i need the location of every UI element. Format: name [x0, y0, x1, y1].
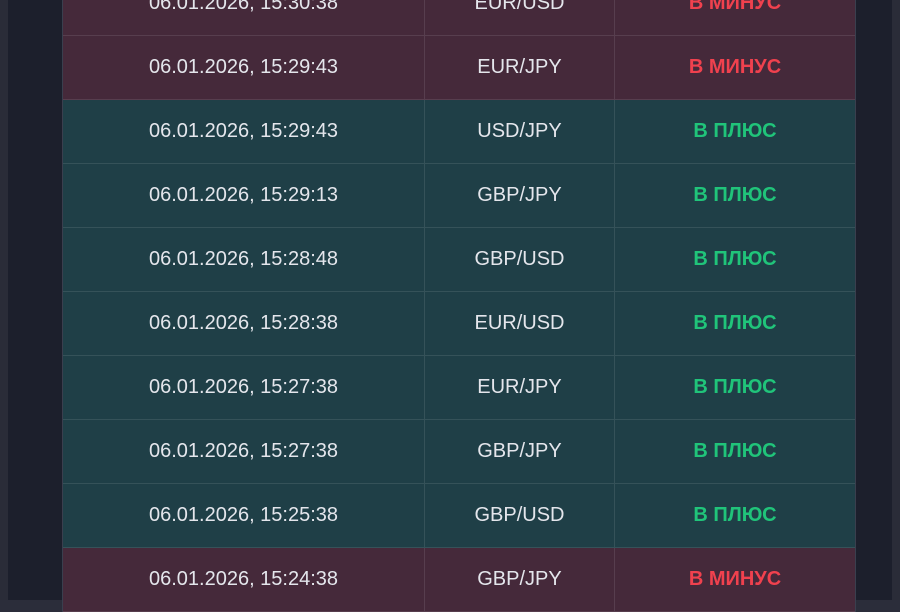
table-row: 06.01.2026, 15:29:43 USD/JPY В ПЛЮС — [63, 100, 855, 164]
trade-result: В ПЛЮС — [693, 504, 777, 526]
trade-time: 06.01.2026, 15:28:38 — [63, 292, 425, 355]
trade-pair: GBP/JPY — [425, 164, 615, 227]
table-row: 06.01.2026, 15:30:38 EUR/USD В МИНУС — [63, 0, 855, 36]
page-background: 06.01.2026, 15:30:38 EUR/USD В МИНУС 06.… — [0, 0, 900, 612]
trade-result: В МИНУС — [688, 56, 782, 78]
trade-pair: EUR/USD — [425, 292, 615, 355]
history-panel: 06.01.2026, 15:30:38 EUR/USD В МИНУС 06.… — [8, 0, 892, 612]
trade-time: 06.01.2026, 15:29:43 — [63, 100, 425, 163]
trade-pair: GBP/JPY — [425, 548, 615, 611]
trade-history-table: 06.01.2026, 15:30:38 EUR/USD В МИНУС 06.… — [62, 0, 856, 612]
table-row: 06.01.2026, 15:29:43 EUR/JPY В МИНУС — [63, 36, 855, 100]
trade-time: 06.01.2026, 15:27:38 — [63, 356, 425, 419]
table-row: 06.01.2026, 15:27:38 GBP/JPY В ПЛЮС — [63, 420, 855, 484]
table-row: 06.01.2026, 15:28:48 GBP/USD В ПЛЮС — [63, 228, 855, 292]
trade-time: 06.01.2026, 15:24:38 — [63, 548, 425, 611]
trade-time: 06.01.2026, 15:25:38 — [63, 484, 425, 547]
table-row: 06.01.2026, 15:29:13 GBP/JPY В ПЛЮС — [63, 164, 855, 228]
trade-pair: EUR/JPY — [425, 36, 615, 99]
trade-time: 06.01.2026, 15:29:43 — [63, 36, 425, 99]
trade-result: В ПЛЮС — [693, 376, 777, 398]
trade-result: В МИНУС — [688, 0, 782, 14]
trade-result: В ПЛЮС — [693, 248, 777, 270]
trade-time: 06.01.2026, 15:29:13 — [63, 164, 425, 227]
trade-result: В МИНУС — [688, 568, 782, 590]
trade-pair: GBP/USD — [425, 484, 615, 547]
trade-time: 06.01.2026, 15:30:38 — [63, 0, 425, 35]
trade-pair: EUR/USD — [425, 0, 615, 35]
table-row: 06.01.2026, 15:27:38 EUR/JPY В ПЛЮС — [63, 356, 855, 420]
table-row: 06.01.2026, 15:28:38 EUR/USD В ПЛЮС — [63, 292, 855, 356]
trade-pair: EUR/JPY — [425, 356, 615, 419]
table-row: 06.01.2026, 15:25:38 GBP/USD В ПЛЮС — [63, 484, 855, 548]
trade-time: 06.01.2026, 15:28:48 — [63, 228, 425, 291]
trade-pair: GBP/JPY — [425, 420, 615, 483]
trade-time: 06.01.2026, 15:27:38 — [63, 420, 425, 483]
trade-result: В ПЛЮС — [693, 440, 777, 462]
trade-result: В ПЛЮС — [693, 184, 777, 206]
trade-result: В ПЛЮС — [693, 312, 777, 334]
trade-result: В ПЛЮС — [693, 120, 777, 142]
table-row: 06.01.2026, 15:24:38 GBP/JPY В МИНУС — [63, 548, 855, 612]
trade-pair: USD/JPY — [425, 100, 615, 163]
trade-pair: GBP/USD — [425, 228, 615, 291]
